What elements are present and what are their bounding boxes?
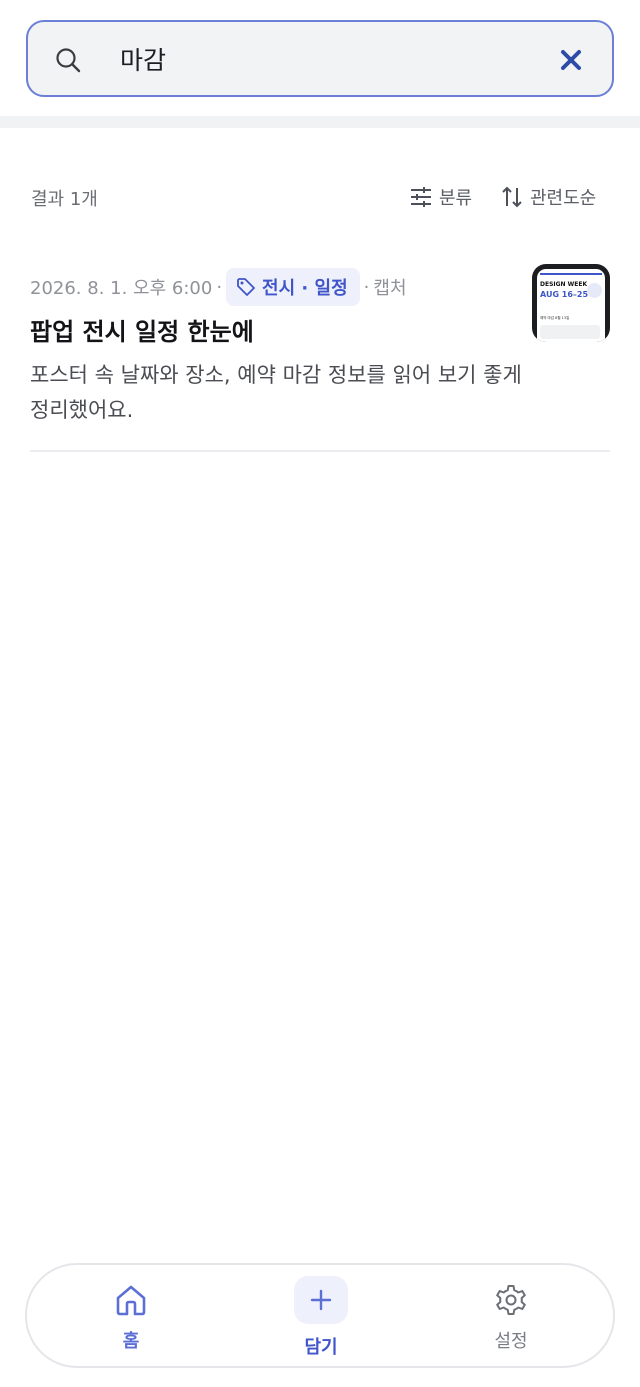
thumbnail-badge	[587, 283, 602, 298]
result-item[interactable]: 2026. 8. 1. 오후 6:00 · 전시 · 일정 · 캡처 팝업 전시…	[30, 262, 610, 452]
section-divider	[0, 116, 640, 128]
thumbnail-screen: DESIGN WEEK AUG 16–25 예약 마감 8월 13일	[537, 269, 605, 342]
close-icon[interactable]	[560, 49, 582, 71]
filter-label: 분류	[439, 188, 473, 209]
gear-icon	[496, 1285, 526, 1315]
search-icon	[56, 48, 81, 73]
tab-settings-label: 설정	[494, 1331, 528, 1352]
filter-icon	[411, 187, 431, 207]
thumbnail-accent-bar	[540, 273, 602, 275]
tab-add[interactable]: 담기	[281, 1265, 361, 1366]
search-input[interactable]	[120, 40, 540, 78]
tab-home[interactable]: 홈	[91, 1265, 171, 1366]
item-source: 캡처	[373, 278, 407, 299]
category-tag[interactable]: 전시 · 일정	[226, 268, 360, 306]
item-description: 포스터 속 날짜와 장소, 예약 마감 정보를 읽어 보기 좋게 정리했어요.	[30, 363, 522, 422]
bottom-tab-bar: 홈 담기 설정	[25, 1263, 615, 1368]
add-button[interactable]	[294, 1276, 348, 1324]
tag-icon	[237, 278, 255, 296]
thumbnail-heading: DESIGN WEEK	[540, 281, 588, 288]
meta-separator: ·	[216, 276, 223, 298]
search-bar[interactable]	[26, 20, 614, 97]
search-header	[0, 0, 640, 116]
thumbnail-note: 예약 마감 8월 13일	[540, 316, 570, 320]
item-meta: 2026. 8. 1. 오후 6:00 · 전시 · 일정 · 캡처	[30, 268, 407, 306]
home-icon	[116, 1285, 146, 1316]
meta-separator: ·	[363, 276, 370, 298]
thumbnail-card	[540, 325, 600, 339]
item-date: 2026. 8. 1. 오후 6:00	[30, 278, 213, 299]
sort-button[interactable]: 관련도순	[501, 181, 596, 213]
result-count: 결과 1개	[31, 189, 98, 210]
thumbnail-dates: AUG 16–25	[540, 290, 589, 299]
tab-settings[interactable]: 설정	[471, 1265, 551, 1366]
sort-label: 관련도순	[530, 188, 597, 209]
tag-label: 전시 · 일정	[262, 278, 348, 299]
tab-home-label: 홈	[122, 1331, 140, 1352]
result-toolbar: 결과 1개 분류 관련도순	[0, 175, 640, 219]
tab-add-label: 담기	[304, 1337, 338, 1358]
item-title: 팝업 전시 일정 한눈에	[30, 318, 254, 346]
sort-icon	[502, 186, 522, 208]
item-thumbnail: DESIGN WEEK AUG 16–25 예약 마감 8월 13일	[532, 264, 610, 342]
plus-icon	[310, 1289, 332, 1311]
filter-button[interactable]: 분류	[410, 181, 472, 213]
